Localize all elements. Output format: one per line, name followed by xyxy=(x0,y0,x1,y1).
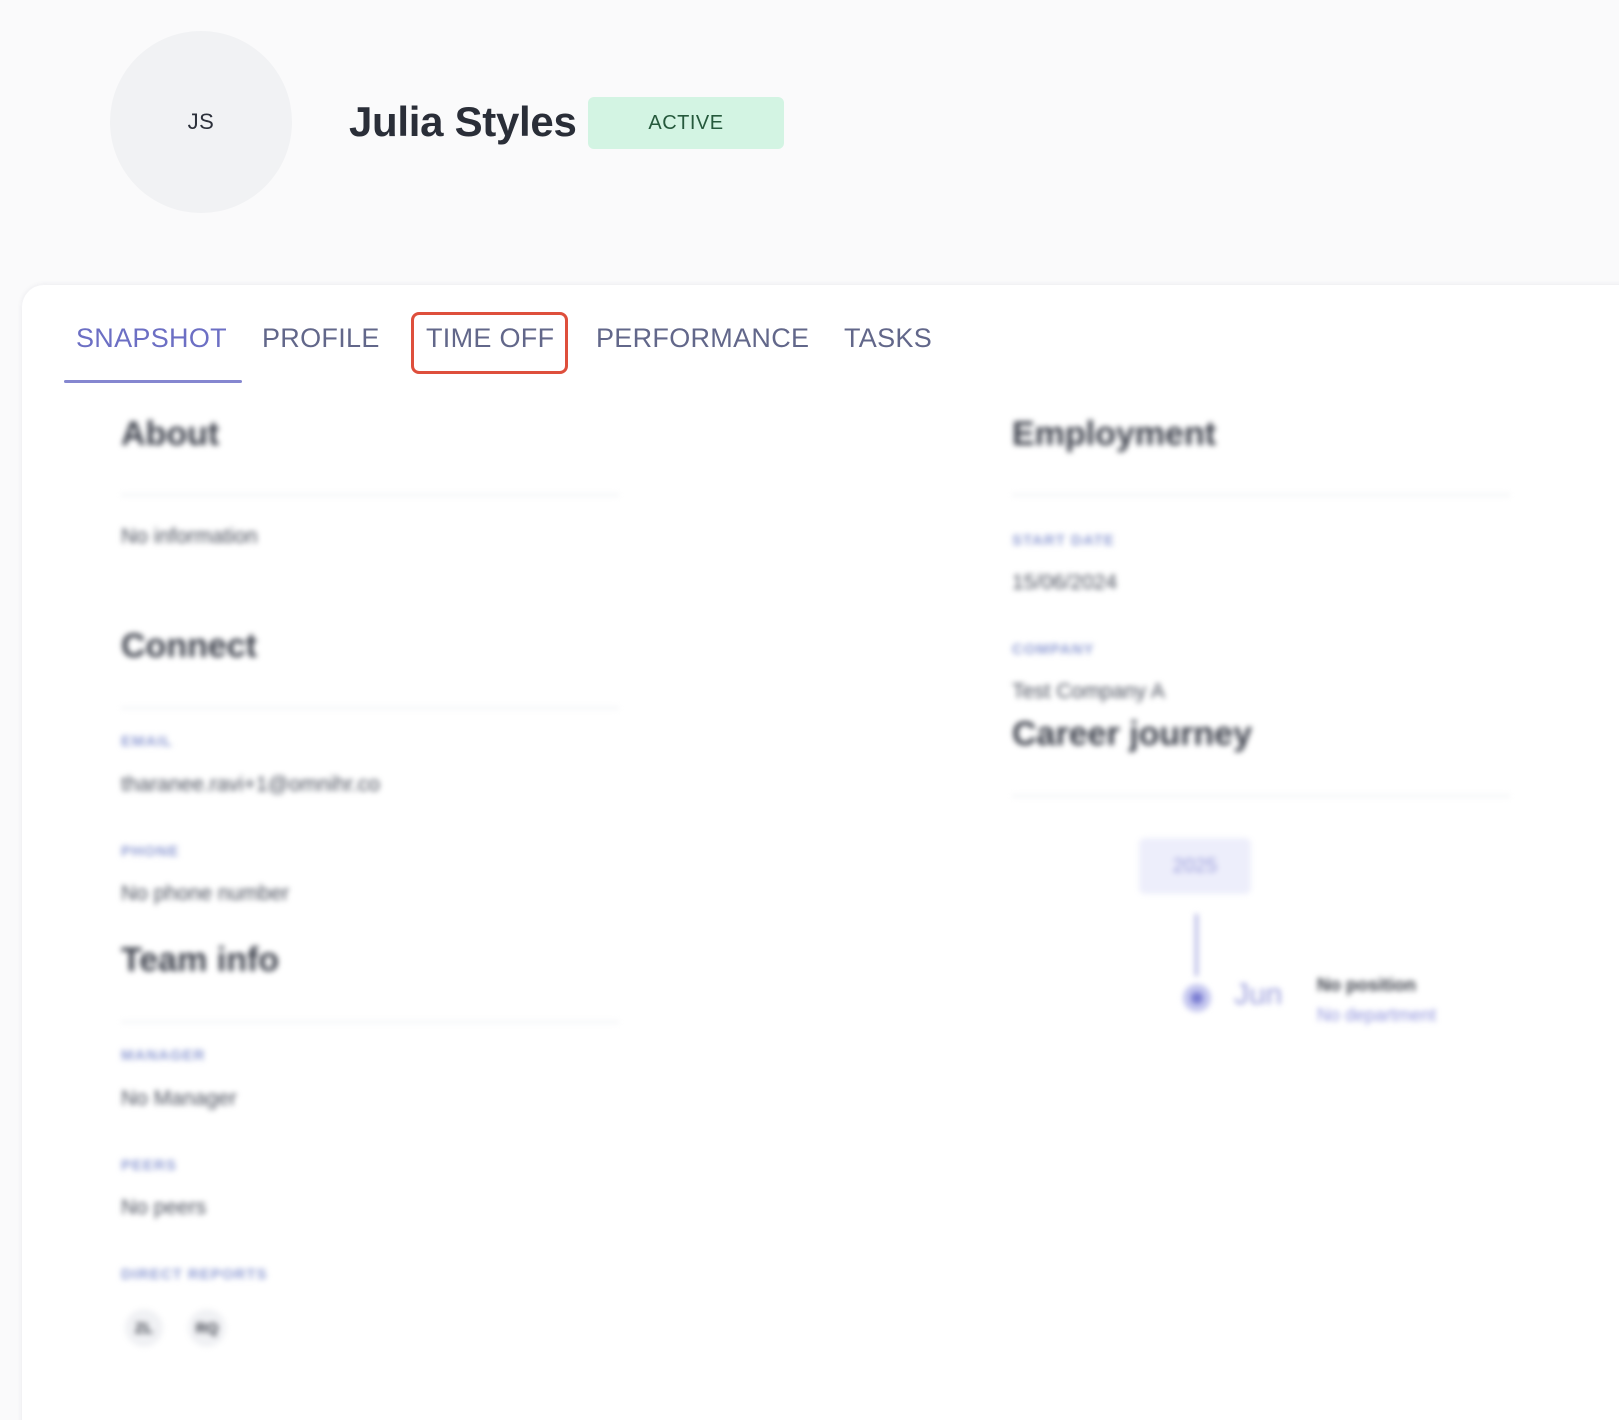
connect-title: Connect xyxy=(121,627,257,665)
manager-value: No Manager xyxy=(121,1087,237,1110)
career-journey-title: Career journey xyxy=(1012,715,1252,753)
company-label: COMPANY xyxy=(1012,641,1095,658)
timeline-dot-icon xyxy=(1183,984,1211,1012)
tab-tasks[interactable]: TASKS xyxy=(844,323,932,383)
start-date-label: START DATE xyxy=(1012,532,1115,549)
timeline-line xyxy=(1195,914,1198,976)
employment-title: Employment xyxy=(1012,415,1217,453)
tab-performance[interactable]: PERFORMANCE xyxy=(596,323,809,383)
email-value[interactable]: tharanee.ravi+1@omnihr.co xyxy=(121,773,380,797)
status-badge: ACTIVE xyxy=(588,97,784,149)
direct-report-avatar[interactable]: ZL xyxy=(125,1309,163,1347)
about-text: No information xyxy=(121,525,258,548)
tab-snapshot[interactable]: SNAPSHOT xyxy=(76,323,227,383)
about-divider xyxy=(121,494,619,496)
team-info-divider xyxy=(121,1021,619,1023)
career-journey-divider xyxy=(1012,795,1510,797)
avatar-initials: JS xyxy=(187,109,215,134)
profile-card: SNAPSHOT PROFILE TIME OFF PERFORMANCE TA… xyxy=(22,285,1619,1420)
career-year-pill: 2025 xyxy=(1139,838,1251,894)
active-tab-indicator xyxy=(64,380,242,383)
employment-divider xyxy=(1012,494,1510,496)
phone-label: PHONE xyxy=(121,843,180,860)
start-date-value: 15/06/2024 xyxy=(1012,571,1118,594)
timeline-month: Jun xyxy=(1234,978,1283,1011)
employee-name: Julia Styles xyxy=(349,98,577,145)
avatar: JS xyxy=(110,31,292,213)
tab-profile[interactable]: PROFILE xyxy=(262,323,380,383)
company-value: Test Company A xyxy=(1012,680,1165,703)
connect-divider xyxy=(121,707,619,709)
direct-report-avatar[interactable]: RQ xyxy=(188,1309,226,1347)
about-title: About xyxy=(121,415,220,453)
email-label: EMAIL xyxy=(121,733,173,750)
employee-profile-page: JS Julia Styles ACTIVE SNAPSHOT PROFILE … xyxy=(0,0,1619,1420)
timeline-department[interactable]: No department xyxy=(1317,1005,1436,1026)
peers-label: PEERS xyxy=(121,1157,177,1174)
phone-value: No phone number xyxy=(121,882,290,905)
direct-reports-label: DIRECT REPORTS xyxy=(121,1266,268,1283)
manager-label: MANAGER xyxy=(121,1047,206,1064)
team-info-title: Team info xyxy=(121,941,280,979)
tab-time-off[interactable]: TIME OFF xyxy=(426,323,554,383)
peers-value: No peers xyxy=(121,1196,207,1219)
timeline-position: No position xyxy=(1317,975,1416,995)
